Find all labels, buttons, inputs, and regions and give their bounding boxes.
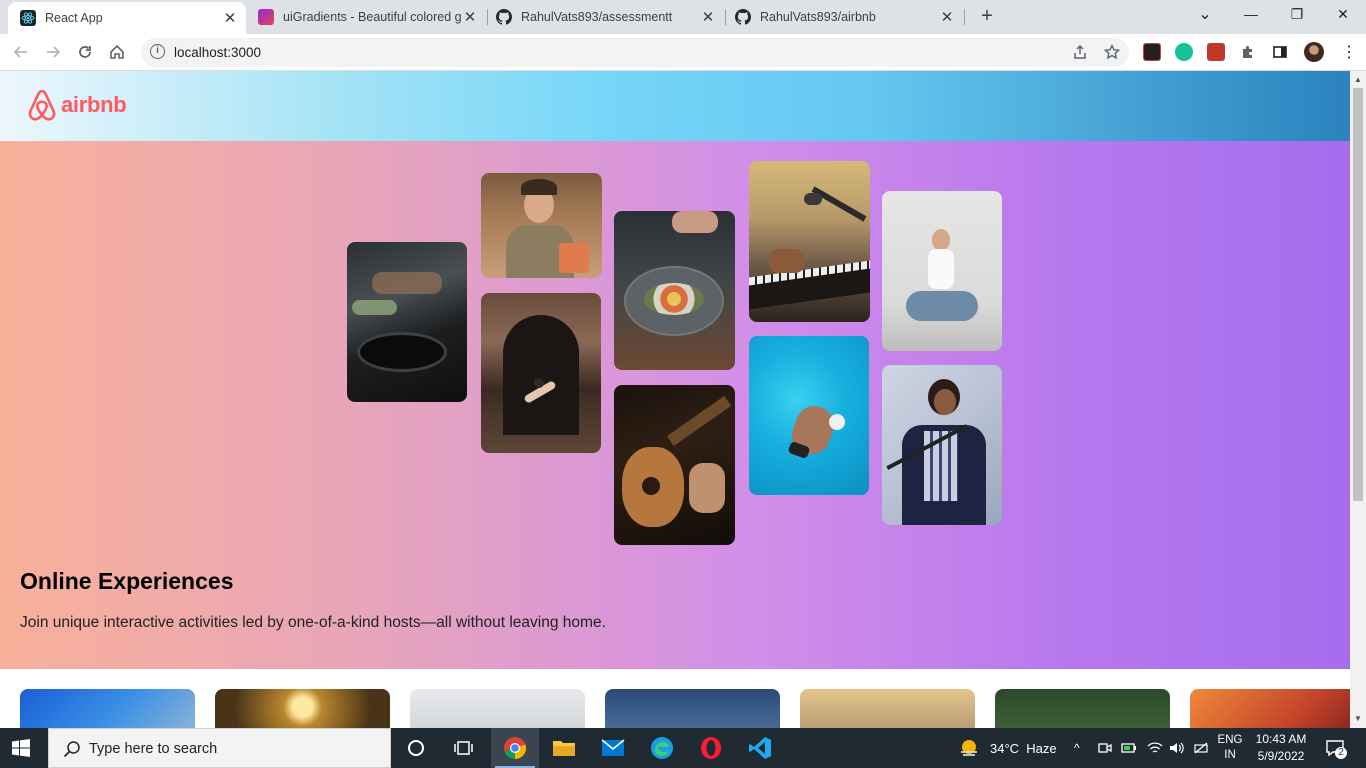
new-tab-button[interactable]: +: [977, 6, 997, 26]
photo-yoga-woman: [882, 191, 1002, 351]
experience-card[interactable]: [215, 689, 390, 728]
tab-uigradients[interactable]: uiGradients - Beautiful colored g ✕: [250, 0, 486, 34]
github-icon: [735, 9, 752, 25]
airbnb-belo-icon: [28, 89, 56, 121]
close-tab-icon[interactable]: ✕: [462, 8, 478, 26]
experience-card[interactable]: [410, 689, 585, 728]
tab-airbnb-repo[interactable]: RahulVats893/airbnb ✕: [727, 0, 963, 34]
scroll-up-arrow-icon[interactable]: ▲: [1354, 75, 1362, 84]
tab-title: RahulVats893/airbnb: [760, 10, 876, 24]
meet-now-icon[interactable]: [1098, 728, 1112, 768]
bookmark-star-icon[interactable]: [1100, 40, 1124, 64]
scrollbar-thumb[interactable]: [1353, 88, 1363, 501]
opera-icon[interactable]: [687, 728, 735, 768]
close-window-button[interactable]: ✕: [1331, 6, 1355, 23]
share-icon[interactable]: [1068, 40, 1092, 64]
tab-assessmentt[interactable]: RahulVats893/assessmentt ✕: [488, 0, 724, 34]
experience-card[interactable]: [1190, 689, 1350, 728]
tab-title: RahulVats893/assessmentt: [521, 10, 673, 24]
weather-widget[interactable]: 34°C Haze: [958, 728, 1057, 768]
photo-swimmer-pool: [749, 336, 869, 495]
windows-taskbar: Type here to search 34°C Haze ^ ENG IN 1…: [0, 728, 1366, 768]
wifi-icon[interactable]: [1147, 728, 1163, 768]
experience-card[interactable]: [20, 689, 195, 728]
lang-code: ENG: [1217, 734, 1243, 746]
tab-search-button[interactable]: ⌄: [1193, 4, 1217, 24]
hero-subtitle: Join unique interactive activities led b…: [20, 614, 606, 631]
taskbar-search-box[interactable]: Type here to search: [48, 728, 391, 768]
uigradients-icon: [258, 9, 274, 25]
browser-toolbar: i localhost:3000 ⋮: [0, 34, 1366, 71]
page-scrollbar[interactable]: ▲ ▼: [1350, 71, 1366, 728]
logo-text: airbnb: [61, 92, 127, 117]
photo-dancer-doorway: [481, 293, 601, 453]
notification-center-icon[interactable]: 2: [1325, 728, 1347, 768]
restore-button[interactable]: ❐: [1285, 6, 1309, 23]
site-info-icon[interactable]: i: [150, 44, 165, 59]
github-icon: [496, 9, 513, 25]
photo-singer-mic: [882, 365, 1002, 525]
battery-icon[interactable]: [1121, 728, 1137, 768]
cortana-icon[interactable]: [392, 728, 440, 768]
home-icon[interactable]: [105, 40, 129, 64]
address-bar[interactable]: i localhost:3000: [141, 38, 1129, 67]
input-language[interactable]: ENG IN: [1214, 733, 1246, 763]
photo-cooking-pans: [347, 242, 467, 402]
scroll-down-arrow-icon[interactable]: ▼: [1354, 714, 1362, 723]
back-arrow-icon[interactable]: [9, 40, 33, 64]
photo-acoustic-guitar: [614, 385, 735, 545]
search-placeholder: Type here to search: [89, 741, 218, 757]
tab-react-app[interactable]: React App ✕: [8, 2, 246, 34]
volume-icon[interactable]: [1169, 728, 1185, 768]
grammarly-icon[interactable]: [1175, 43, 1193, 61]
close-tab-icon[interactable]: ✕: [939, 8, 955, 26]
experience-cards-row: [0, 669, 1350, 728]
task-view-icon[interactable]: [440, 728, 488, 768]
menu-kebab-icon[interactable]: ⋮: [1337, 40, 1361, 64]
profile-avatar[interactable]: [1304, 42, 1324, 62]
vscode-icon[interactable]: [736, 728, 784, 768]
photo-woman-pottery: [481, 173, 602, 278]
weather-text: 34°C Haze: [990, 740, 1057, 756]
chrome-taskbar-icon[interactable]: [491, 728, 539, 768]
extensions-puzzle-icon[interactable]: [1236, 40, 1260, 64]
react-icon: [20, 10, 36, 26]
region-code: IN: [1224, 749, 1236, 761]
photo-bowl-food: [614, 211, 735, 370]
url-text: localhost:3000: [174, 45, 262, 60]
site-navbar: airbnb: [0, 71, 1350, 141]
side-panel-icon[interactable]: [1268, 40, 1292, 64]
clock-date: 5/9/2022: [1257, 749, 1305, 763]
experience-card[interactable]: [605, 689, 780, 728]
forward-arrow-icon[interactable]: [41, 40, 65, 64]
browser-tab-strip: React App ✕ uiGradients - Beautiful colo…: [0, 0, 1366, 34]
minimize-button[interactable]: —: [1239, 6, 1263, 22]
experience-card[interactable]: [800, 689, 975, 728]
tab-title: uiGradients - Beautiful colored g: [283, 10, 462, 24]
close-tab-icon[interactable]: ✕: [222, 9, 238, 27]
airbnb-logo[interactable]: airbnb: [26, 88, 127, 122]
close-tab-icon[interactable]: ✕: [700, 8, 716, 26]
mail-icon[interactable]: [589, 728, 637, 768]
experience-card[interactable]: [995, 689, 1170, 728]
clock[interactable]: 10:43 AM 5/9/2022: [1252, 731, 1310, 765]
extension-off-icon[interactable]: [1143, 43, 1161, 61]
file-explorer-icon[interactable]: [540, 728, 588, 768]
photo-microphone-keyboard: [749, 161, 870, 322]
edge-icon[interactable]: [638, 728, 686, 768]
extension-red-icon[interactable]: [1207, 43, 1225, 61]
tab-divider: [964, 9, 965, 25]
notification-count-badge: 2: [1335, 747, 1347, 759]
tab-title: React App: [45, 11, 103, 25]
show-hidden-icons-chevron-icon[interactable]: ^: [1074, 728, 1080, 768]
reload-icon[interactable]: [73, 40, 97, 64]
windows-start-icon[interactable]: [12, 739, 30, 762]
clock-time: 10:43 AM: [1255, 732, 1307, 746]
tab-divider: [725, 9, 726, 25]
hero-section: Online Experiences Join unique interacti…: [0, 141, 1350, 669]
page-title: Online Experiences: [20, 568, 234, 594]
weather-haze-icon: [961, 740, 977, 756]
search-icon: [63, 741, 80, 758]
network-off-icon[interactable]: [1193, 728, 1209, 768]
